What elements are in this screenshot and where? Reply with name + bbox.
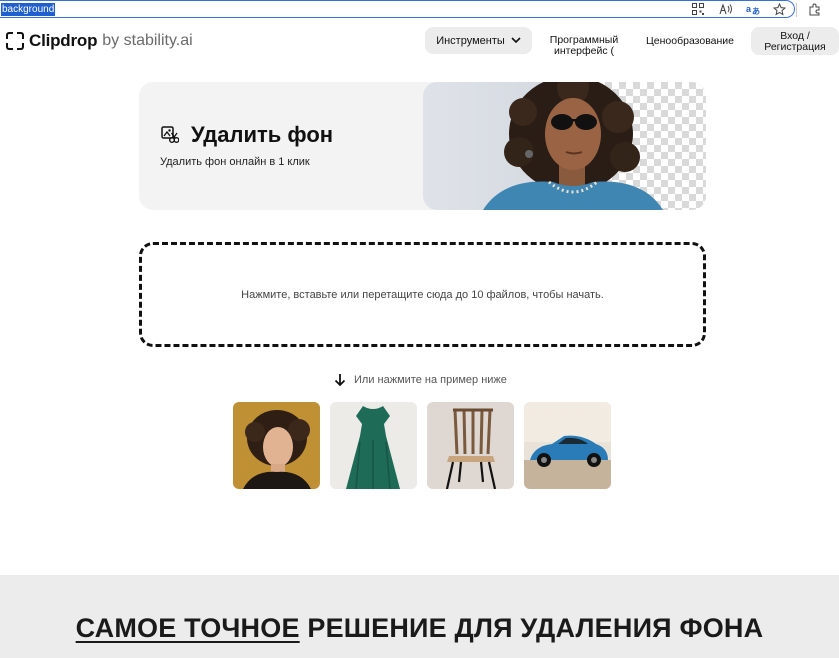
translate-icon[interactable]: aあ — [745, 1, 761, 17]
login-line2: Регистрация — [764, 41, 826, 53]
logo-name: Clipdrop — [29, 31, 98, 50]
feature-title-underlined: САМОЕ ТОЧНОЕ — [75, 613, 300, 643]
extensions-icon[interactable] — [806, 1, 822, 17]
nav-tools-dropdown[interactable]: Инструменты — [425, 27, 532, 54]
hero-portrait-image — [423, 82, 706, 210]
read-aloud-icon[interactable] — [718, 1, 734, 17]
toolbar-divider — [796, 3, 797, 17]
clipdrop-logo[interactable]: Clipdrop by stability.ai — [6, 31, 193, 51]
hero-card: Удалить фон Удалить фон онлайн в 1 клик — [139, 82, 706, 210]
hero-title-row: Удалить фон — [161, 122, 333, 148]
chevron-down-icon — [511, 37, 521, 44]
sample-portrait-woman[interactable] — [233, 402, 320, 489]
nav-api-line2: интерфейс ( — [553, 45, 615, 57]
dropzone-text: Нажмите, вставьте или перетащите сюда до… — [241, 288, 604, 301]
nav-pricing-link[interactable]: Ценообразование — [645, 36, 735, 47]
hero-subtitle: Удалить фон онлайн в 1 клик — [160, 156, 310, 168]
sample-images — [233, 402, 611, 489]
clipdrop-logo-icon — [6, 32, 24, 50]
browser-toolbar: background aあ — [0, 0, 839, 20]
sample-chair[interactable] — [427, 402, 514, 489]
svg-text:あ: あ — [752, 7, 760, 15]
address-bar[interactable]: background — [0, 0, 795, 18]
sample-blue-car[interactable] — [524, 402, 611, 489]
arrow-down-icon — [334, 374, 346, 387]
nav-api-link[interactable]: Программный интерфейс ( — [545, 35, 623, 57]
hero-title: Удалить фон — [191, 122, 334, 147]
favorite-star-icon[interactable] — [771, 1, 787, 17]
feature-section-title: САМОЕ ТОЧНОЕ РЕШЕНИЕ ДЛЯ УДАЛЕНИЯ ФОНА — [0, 613, 839, 644]
login-register-button[interactable]: Вход / Регистрация — [751, 27, 839, 55]
file-dropzone[interactable]: Нажмите, вставьте или перетащите сюда до… — [139, 242, 706, 347]
qr-code-icon[interactable] — [690, 1, 706, 17]
feature-section: САМОЕ ТОЧНОЕ РЕШЕНИЕ ДЛЯ УДАЛЕНИЯ ФОНА — [0, 575, 839, 658]
feature-title-rest: РЕШЕНИЕ ДЛЯ УДАЛЕНИЯ ФОНА — [299, 613, 764, 643]
sample-hint: Или нажмите на пример ниже — [333, 373, 507, 387]
remove-background-icon — [161, 126, 179, 143]
nav-tools-label: Инструменты — [436, 34, 505, 47]
sample-hint-text: Или нажмите на пример ниже — [354, 374, 507, 386]
site-header: Clipdrop by stability.ai Инструменты Про… — [0, 20, 839, 64]
logo-by-stability: by stability.ai — [102, 32, 193, 49]
sample-green-dress[interactable] — [330, 402, 417, 489]
address-bar-text[interactable]: background — [1, 3, 56, 16]
